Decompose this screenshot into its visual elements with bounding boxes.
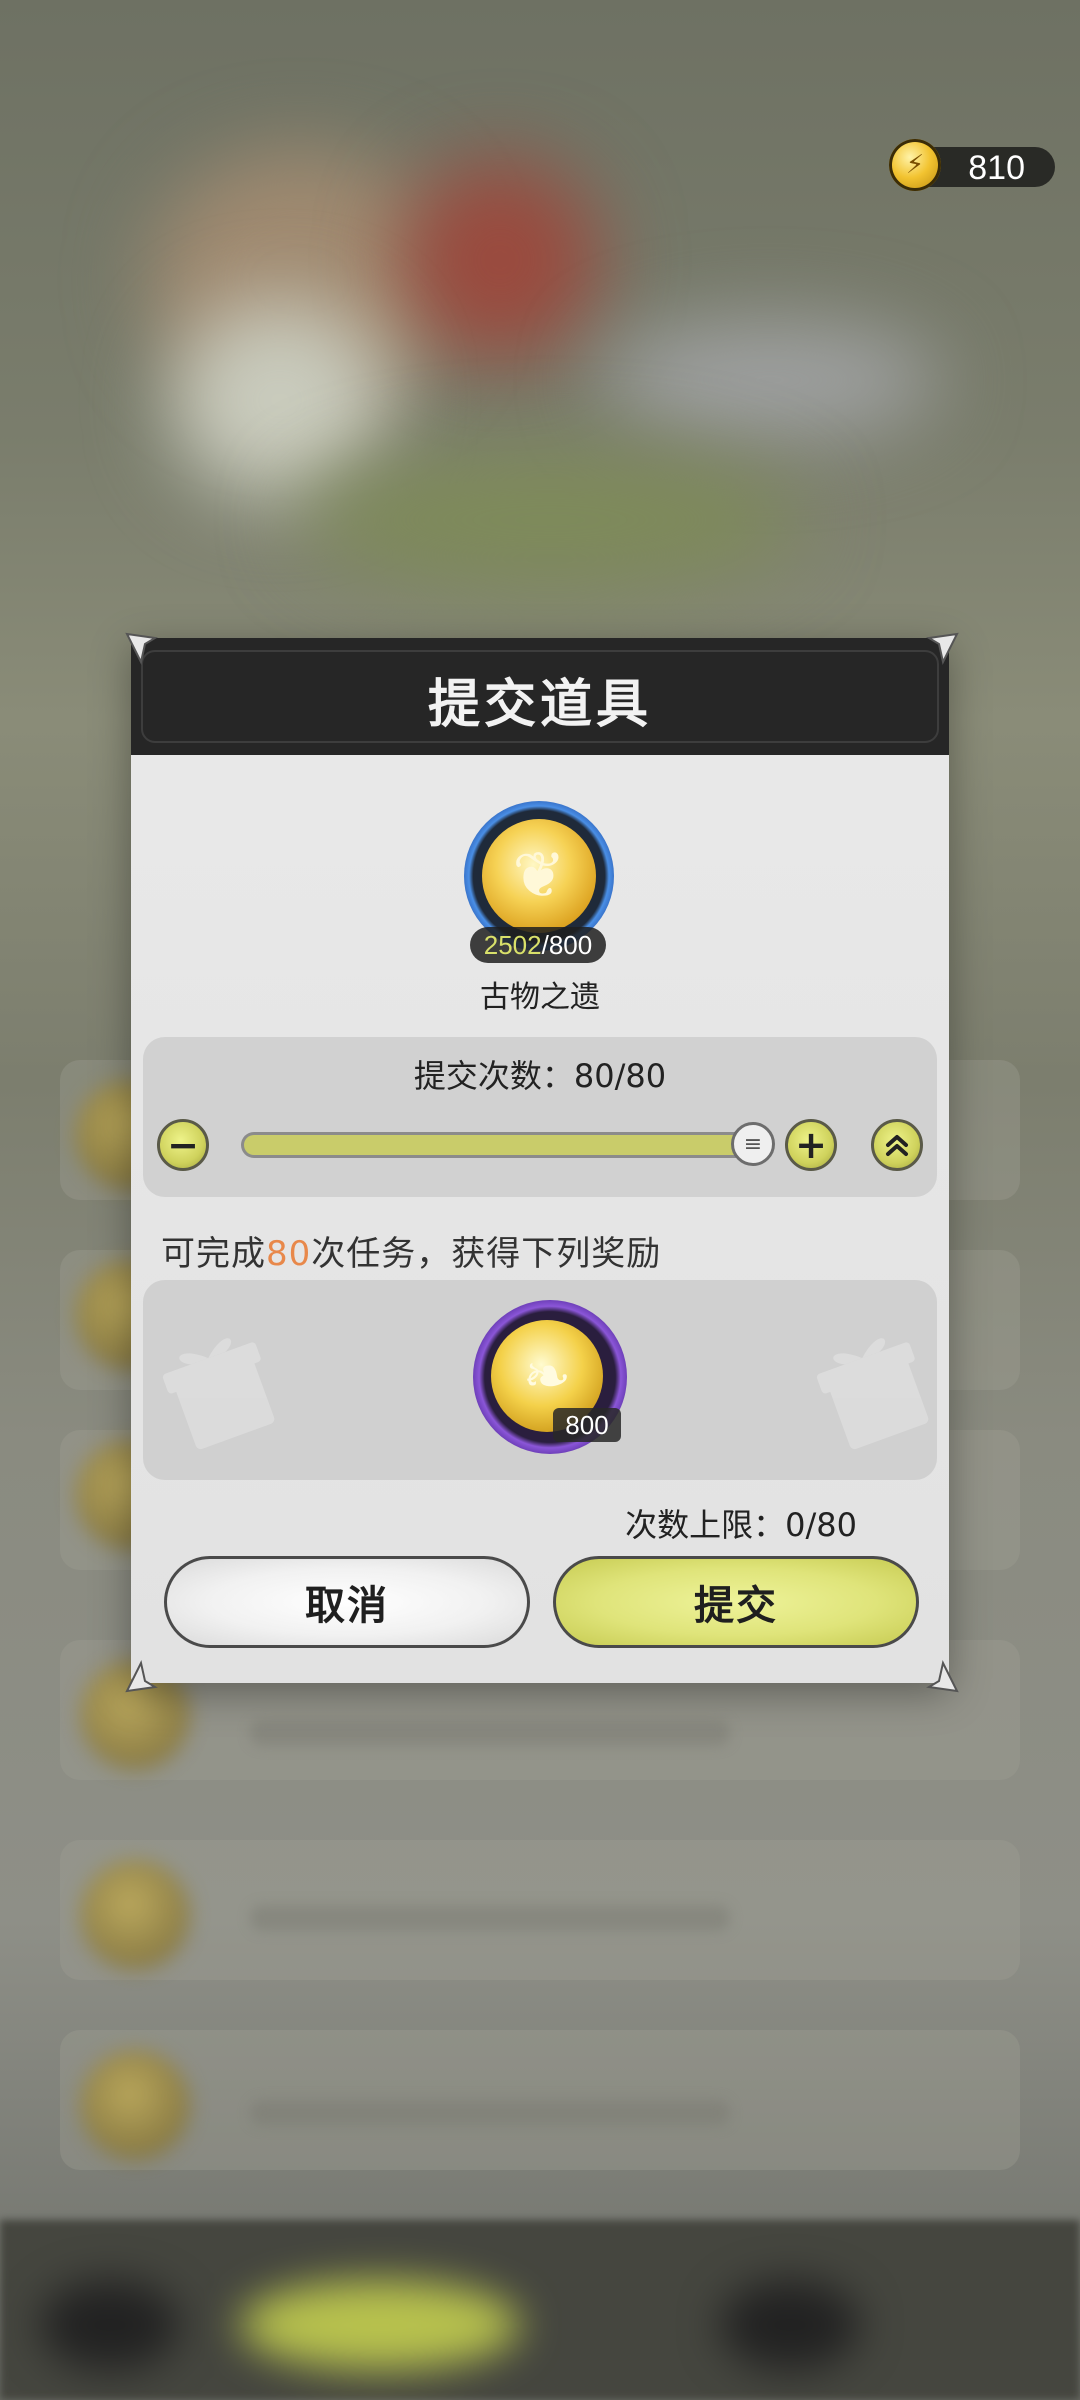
submit-button-label: 提交 bbox=[694, 1583, 778, 1629]
reward-text-prefix: 可完成 bbox=[161, 1234, 266, 1274]
dialog-title: 提交道具 bbox=[427, 675, 652, 735]
cancel-button[interactable]: 取消 bbox=[164, 1556, 530, 1648]
bg-text-line bbox=[250, 1905, 730, 1931]
bg-text-line bbox=[250, 2100, 730, 2126]
bg-blur-shape bbox=[300, 450, 800, 590]
bg-blur-shape bbox=[600, 320, 940, 440]
gift-icon bbox=[816, 1338, 929, 1450]
corner-ornament-icon bbox=[925, 632, 959, 665]
bg-coin bbox=[80, 1860, 190, 1970]
slider-fill bbox=[244, 1135, 758, 1155]
submit-button[interactable]: 提交 bbox=[553, 1556, 919, 1648]
grip-icon: ≡ bbox=[743, 1131, 763, 1157]
double-chevron-up-icon bbox=[886, 1135, 908, 1156]
submit-count-panel: 提交次数：80/80 − ≡ + bbox=[143, 1037, 937, 1197]
energy-coin-icon: ⚡ bbox=[889, 139, 941, 191]
submit-limit-label: 次数上限：0/80 bbox=[625, 1506, 857, 1544]
reward-description: 可完成80次任务，获得下列奖励 bbox=[161, 1226, 661, 1275]
cancel-button-label: 取消 bbox=[305, 1583, 389, 1629]
reward-text-suffix: 次任务，获得下列奖励 bbox=[311, 1234, 662, 1274]
slider-handle[interactable]: ≡ bbox=[731, 1122, 775, 1166]
item-name: 古物之遗 bbox=[480, 980, 600, 1015]
corner-ornament-icon bbox=[125, 1659, 158, 1693]
item-count-badge: 2502/800 bbox=[470, 927, 606, 963]
bg-blur-shape bbox=[400, 160, 600, 360]
reward-panel: ❧ 800 bbox=[143, 1280, 937, 1480]
max-button[interactable] bbox=[871, 1119, 923, 1171]
bg-blur-shape bbox=[40, 2280, 180, 2370]
minus-icon: − bbox=[167, 1123, 199, 1167]
submit-count-label: 提交次数：80/80 bbox=[413, 1057, 667, 1095]
plus-icon: + bbox=[795, 1123, 827, 1167]
required-count: /800 bbox=[541, 930, 593, 960]
currency-amount: 810 bbox=[968, 149, 1025, 187]
bg-coin bbox=[80, 2050, 190, 2160]
bg-blur-shape bbox=[170, 300, 390, 500]
gift-icon bbox=[162, 1338, 275, 1450]
reward-task-count: 80 bbox=[266, 1234, 312, 1274]
corner-ornament-icon bbox=[125, 632, 158, 665]
reward-item[interactable]: ❧ 800 bbox=[469, 1300, 629, 1460]
dialog-header: 提交道具 bbox=[131, 638, 949, 755]
decrease-button[interactable]: − bbox=[157, 1119, 209, 1171]
corner-ornament-icon bbox=[925, 1659, 959, 1693]
bg-bottom-bar bbox=[0, 2220, 1080, 2400]
bg-blur-shape bbox=[720, 2280, 860, 2370]
submit-item-dialog: 提交道具 ❦ 2502/800 古物之遗 提交次数：80/80 − ≡ + 可完… bbox=[125, 632, 959, 1693]
submit-count-slider[interactable]: ≡ bbox=[241, 1122, 775, 1166]
reward-quantity: 800 bbox=[553, 1408, 621, 1442]
bg-text-line bbox=[250, 1720, 730, 1746]
increase-button[interactable]: + bbox=[785, 1119, 837, 1171]
currency-display[interactable]: ⚡ 810 bbox=[889, 139, 1055, 191]
submit-item-icon-wrapper[interactable]: ❦ 2502/800 bbox=[460, 801, 620, 963]
relic-coin-icon: ❦ bbox=[482, 819, 596, 933]
owned-count: 2502 bbox=[483, 930, 542, 960]
bg-blur-shape bbox=[240, 2280, 520, 2370]
